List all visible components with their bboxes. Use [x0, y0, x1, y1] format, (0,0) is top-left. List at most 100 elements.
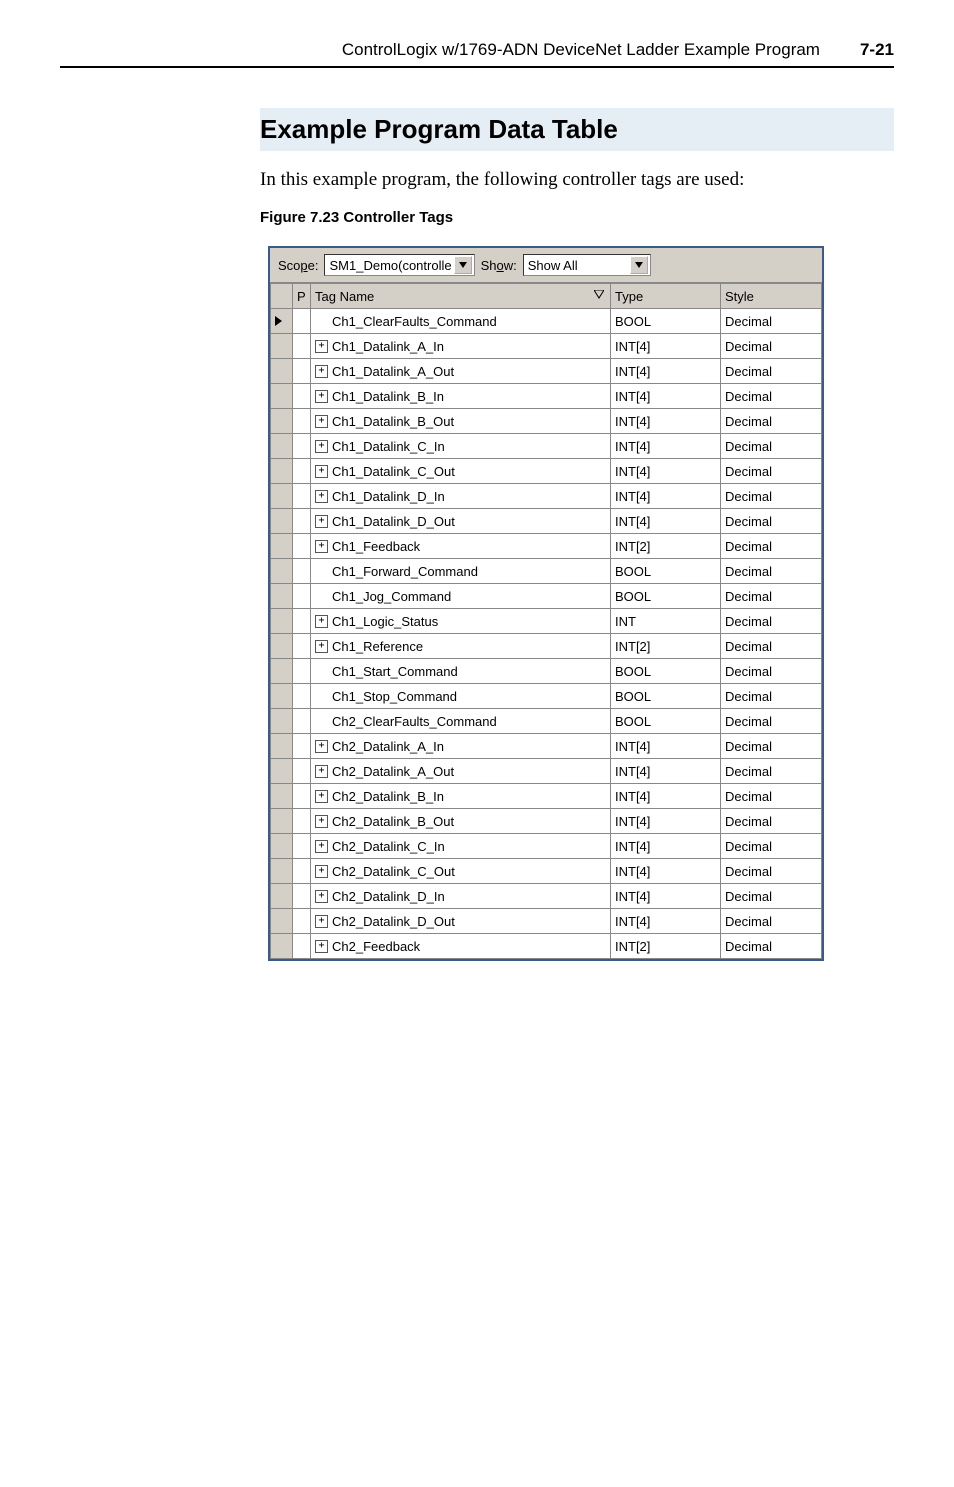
table-row[interactable]: Ch1_Start_CommandBOOLDecimal — [271, 659, 822, 684]
tag-name-cell[interactable]: +Ch1_Feedback — [311, 534, 611, 559]
expand-icon[interactable]: + — [315, 615, 328, 628]
table-row[interactable]: +Ch2_Datalink_C_InINT[4]Decimal — [271, 834, 822, 859]
row-header[interactable] — [271, 834, 293, 859]
table-row[interactable]: +Ch1_Datalink_A_OutINT[4]Decimal — [271, 359, 822, 384]
expand-icon[interactable]: + — [315, 865, 328, 878]
tag-name-cell[interactable]: +Ch2_Datalink_A_In — [311, 734, 611, 759]
tag-name-cell[interactable]: Ch1_Stop_Command — [311, 684, 611, 709]
row-header[interactable] — [271, 534, 293, 559]
expand-icon[interactable]: + — [315, 765, 328, 778]
row-header[interactable] — [271, 509, 293, 534]
tag-name-cell[interactable]: Ch2_ClearFaults_Command — [311, 709, 611, 734]
tag-name-cell[interactable]: Ch1_Start_Command — [311, 659, 611, 684]
row-header[interactable] — [271, 584, 293, 609]
table-row[interactable]: +Ch2_Datalink_D_InINT[4]Decimal — [271, 884, 822, 909]
row-header[interactable] — [271, 434, 293, 459]
grid-header-p[interactable]: P — [293, 284, 311, 309]
tag-name-cell[interactable]: +Ch2_Feedback — [311, 934, 611, 959]
expand-icon[interactable]: + — [315, 465, 328, 478]
table-row[interactable]: +Ch2_Datalink_D_OutINT[4]Decimal — [271, 909, 822, 934]
table-row[interactable]: +Ch1_ReferenceINT[2]Decimal — [271, 634, 822, 659]
table-row[interactable]: +Ch1_Logic_StatusINTDecimal — [271, 609, 822, 634]
expand-icon[interactable]: + — [315, 490, 328, 503]
expand-icon[interactable]: + — [315, 640, 328, 653]
show-combo[interactable]: Show All — [523, 254, 651, 276]
table-row[interactable]: +Ch1_Datalink_D_InINT[4]Decimal — [271, 484, 822, 509]
table-row[interactable]: +Ch1_Datalink_C_OutINT[4]Decimal — [271, 459, 822, 484]
table-row[interactable]: +Ch1_Datalink_A_InINT[4]Decimal — [271, 334, 822, 359]
table-row[interactable]: Ch1_Jog_CommandBOOLDecimal — [271, 584, 822, 609]
tag-name-cell[interactable]: +Ch1_Datalink_A_Out — [311, 359, 611, 384]
expand-icon[interactable]: + — [315, 365, 328, 378]
table-row[interactable]: +Ch2_Datalink_A_InINT[4]Decimal — [271, 734, 822, 759]
row-header[interactable] — [271, 484, 293, 509]
row-header[interactable] — [271, 884, 293, 909]
tag-name-cell[interactable]: +Ch1_Datalink_A_In — [311, 334, 611, 359]
tag-name-cell[interactable]: +Ch1_Logic_Status — [311, 609, 611, 634]
tag-name-cell[interactable]: +Ch2_Datalink_C_In — [311, 834, 611, 859]
row-header[interactable] — [271, 809, 293, 834]
tag-name-cell[interactable]: +Ch2_Datalink_B_In — [311, 784, 611, 809]
chevron-down-icon[interactable] — [454, 256, 472, 274]
row-header[interactable] — [271, 684, 293, 709]
tag-name-cell[interactable]: Ch1_Jog_Command — [311, 584, 611, 609]
row-header[interactable] — [271, 359, 293, 384]
table-row[interactable]: +Ch2_FeedbackINT[2]Decimal — [271, 934, 822, 959]
expand-icon[interactable]: + — [315, 515, 328, 528]
table-row[interactable]: +Ch1_FeedbackINT[2]Decimal — [271, 534, 822, 559]
row-header[interactable] — [271, 709, 293, 734]
table-row[interactable]: +Ch1_Datalink_D_OutINT[4]Decimal — [271, 509, 822, 534]
row-header[interactable] — [271, 609, 293, 634]
expand-icon[interactable]: + — [315, 740, 328, 753]
table-row[interactable]: +Ch2_Datalink_B_OutINT[4]Decimal — [271, 809, 822, 834]
row-header[interactable] — [271, 934, 293, 959]
sort-descending-icon[interactable] — [594, 288, 604, 303]
tag-name-cell[interactable]: +Ch2_Datalink_D_In — [311, 884, 611, 909]
chevron-down-icon[interactable] — [630, 256, 648, 274]
expand-icon[interactable]: + — [315, 440, 328, 453]
table-row[interactable]: +Ch1_Datalink_B_OutINT[4]Decimal — [271, 409, 822, 434]
table-row[interactable]: Ch1_Forward_CommandBOOLDecimal — [271, 559, 822, 584]
row-header[interactable] — [271, 909, 293, 934]
expand-icon[interactable]: + — [315, 340, 328, 353]
expand-icon[interactable]: + — [315, 915, 328, 928]
row-header[interactable] — [271, 784, 293, 809]
scope-combo[interactable]: SM1_Demo(controlle — [324, 254, 474, 276]
row-header[interactable] — [271, 634, 293, 659]
tag-name-cell[interactable]: +Ch1_Datalink_B_In — [311, 384, 611, 409]
row-header[interactable] — [271, 384, 293, 409]
expand-icon[interactable]: + — [315, 415, 328, 428]
expand-icon[interactable]: + — [315, 815, 328, 828]
row-header[interactable] — [271, 859, 293, 884]
table-row[interactable]: +Ch2_Datalink_B_InINT[4]Decimal — [271, 784, 822, 809]
row-header[interactable] — [271, 334, 293, 359]
tag-name-cell[interactable]: Ch1_Forward_Command — [311, 559, 611, 584]
row-header[interactable] — [271, 559, 293, 584]
tag-name-cell[interactable]: +Ch1_Datalink_D_Out — [311, 509, 611, 534]
tag-name-cell[interactable]: +Ch1_Datalink_D_In — [311, 484, 611, 509]
tag-name-cell[interactable]: +Ch2_Datalink_D_Out — [311, 909, 611, 934]
expand-icon[interactable]: + — [315, 390, 328, 403]
table-row[interactable]: +Ch2_Datalink_A_OutINT[4]Decimal — [271, 759, 822, 784]
table-row[interactable]: +Ch2_Datalink_C_OutINT[4]Decimal — [271, 859, 822, 884]
table-row[interactable]: Ch1_ClearFaults_CommandBOOLDecimal — [271, 309, 822, 334]
row-header[interactable] — [271, 309, 293, 334]
row-header[interactable] — [271, 734, 293, 759]
tag-name-cell[interactable]: +Ch2_Datalink_A_Out — [311, 759, 611, 784]
table-row[interactable]: Ch1_Stop_CommandBOOLDecimal — [271, 684, 822, 709]
row-header[interactable] — [271, 409, 293, 434]
row-header[interactable] — [271, 659, 293, 684]
expand-icon[interactable]: + — [315, 940, 328, 953]
expand-icon[interactable]: + — [315, 890, 328, 903]
row-header[interactable] — [271, 459, 293, 484]
tag-name-cell[interactable]: Ch1_ClearFaults_Command — [311, 309, 611, 334]
expand-icon[interactable]: + — [315, 790, 328, 803]
grid-header-style[interactable]: Style — [721, 284, 822, 309]
table-row[interactable]: +Ch1_Datalink_B_InINT[4]Decimal — [271, 384, 822, 409]
grid-header-tagname[interactable]: Tag Name — [311, 284, 611, 309]
table-row[interactable]: +Ch1_Datalink_C_InINT[4]Decimal — [271, 434, 822, 459]
expand-icon[interactable]: + — [315, 540, 328, 553]
tag-name-cell[interactable]: +Ch2_Datalink_B_Out — [311, 809, 611, 834]
tag-name-cell[interactable]: +Ch1_Datalink_B_Out — [311, 409, 611, 434]
tag-name-cell[interactable]: +Ch1_Reference — [311, 634, 611, 659]
